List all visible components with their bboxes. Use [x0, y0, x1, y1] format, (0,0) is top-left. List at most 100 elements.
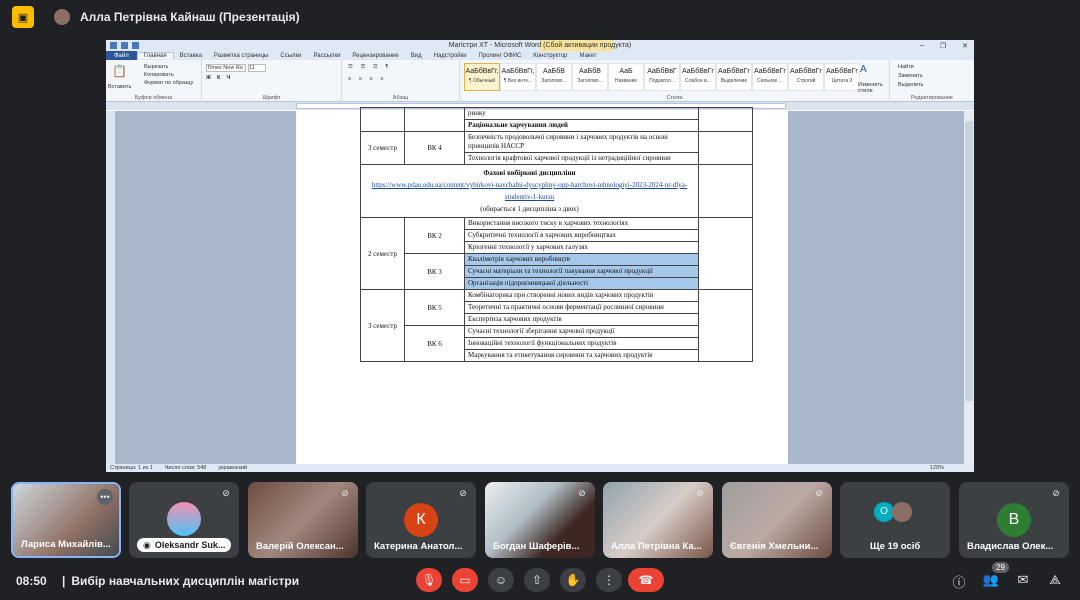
people-icon[interactable]: 👥 — [982, 572, 1000, 590]
style-name: Подзагол... — [649, 78, 675, 84]
raise-hand-button[interactable]: ✋ — [560, 568, 586, 592]
font-group: Times New Ro 11 ЖКЧ Шрифт — [202, 60, 342, 102]
document-page: ринку Раціональне харчування людей 3 сем… — [296, 107, 788, 464]
reactions-button[interactable]: ☺ — [488, 568, 514, 592]
table-cell: Експертиза харчових продуктів — [464, 313, 699, 326]
participant-avatar: К — [404, 503, 438, 537]
hand-icon: ✋ — [565, 573, 581, 587]
participant-tile[interactable]: ••• Лариса Михайлів... — [11, 482, 121, 558]
table-row: ринку — [360, 107, 753, 132]
vertical-scrollbar — [964, 111, 974, 464]
align-icons: ≡ ≡ ≡ ≡ — [348, 76, 387, 82]
mic-off-icon: ⊘ — [578, 488, 586, 498]
change-styles-label: Изменить стили — [858, 82, 883, 94]
participant-tile[interactable]: ⊘ Валерій Олексан... — [248, 482, 358, 558]
table-cell: Технологія крафтової харчової продукції … — [464, 152, 699, 165]
mic-off-icon: ⊘ — [459, 488, 467, 498]
style-gallery-item: АаБбВ Заголово... — [572, 63, 608, 91]
tab-proling: Пролинг ОФИС — [478, 52, 522, 59]
mic-off-icon: ⊘ — [222, 488, 230, 498]
participant-name: Валерій Олексан... — [256, 541, 344, 552]
participant-avatar: О — [874, 502, 894, 522]
styles-group-label: Стили — [666, 95, 683, 101]
leave-call-button[interactable]: ☎ — [628, 568, 664, 592]
vk-cell: ВК 3 — [404, 253, 465, 290]
paragraph-group-label: Абзац — [392, 95, 409, 101]
vk-cell: ВК 5 — [404, 289, 465, 326]
end-call-icon: ☎ — [638, 573, 654, 587]
tab-design: Конструктор — [533, 52, 568, 59]
participant-tile[interactable]: ⊘ Євгенія Хмельни... — [722, 482, 832, 558]
tab-review: Рецензирование — [352, 52, 399, 59]
document-area: ринку Раціональне харчування людей 3 сем… — [106, 107, 974, 464]
style-name: Строгий — [796, 78, 816, 84]
style-name: ¶ Без инте... — [503, 78, 533, 84]
more-options-icon[interactable]: ••• — [97, 489, 113, 505]
table-row: 3 семестр ВК 5 Комбінаторика при створен… — [360, 289, 753, 362]
chat-icon[interactable]: ✉ — [1014, 572, 1032, 590]
table-row: ВК 3 Кваліметрія харчових виробництв — [361, 253, 753, 290]
style-gallery-item: АаБбВвГг Сильное ... — [752, 63, 788, 91]
list-icons: ☰ ☰ ☰ ¶ — [348, 64, 392, 70]
table-cell-selected: Кваліметрія харчових виробництв — [464, 253, 699, 266]
vk-cell: ВК 6 — [404, 325, 465, 362]
electives-note: (обирається 1 дисципліна з двох) — [480, 205, 579, 213]
table-cell-selected: Організація підприємницької діяльності — [464, 277, 699, 290]
style-name: Название — [614, 78, 638, 84]
participant-avatar: В — [997, 503, 1031, 537]
clipboard-group-label: Буфер обмена — [134, 95, 173, 101]
more-options-button[interactable]: ⋮ — [596, 568, 622, 592]
tab-layout: Разметка страницы — [213, 52, 269, 59]
present-button[interactable]: ⇧ — [524, 568, 550, 592]
participant-avatar — [892, 502, 912, 522]
mic-off-icon: ⊘ — [815, 488, 823, 498]
semester-cell: 3 семестр — [360, 131, 405, 165]
style-gallery-item: АаБбВвГг, ¶ Обычный — [464, 63, 500, 91]
copy-label: Копировать — [144, 72, 174, 78]
style-gallery-item: АаБбВвГг Выделение — [716, 63, 752, 91]
mic-off-icon: ⊘ — [1052, 488, 1060, 498]
style-name: ¶ Обычный — [468, 78, 496, 84]
participant-name: Катерина Анатол... — [374, 541, 463, 552]
style-sample: АаБбВвГг — [682, 68, 714, 75]
tab-file: Файл — [106, 51, 137, 60]
style-gallery-item: АаБбВ Заголово... — [536, 63, 572, 91]
table-row: Фахові вибіркові дисципліни https://www.… — [360, 164, 753, 218]
camera-off-icon: ▭ — [459, 573, 471, 587]
font-size-box: 11 — [248, 64, 266, 72]
professional-electives-cell: Фахові вибіркові дисципліни https://www.… — [360, 164, 699, 218]
electives-link[interactable]: https://www.pdau.edu.ua/content/vybirkov… — [365, 179, 694, 203]
participant-avatar — [167, 502, 201, 536]
style-gallery-item: АаБ Название — [608, 63, 644, 91]
vertical-ruler — [106, 111, 115, 464]
table-cell: Сучасні технології зберігання харчової п… — [464, 325, 699, 338]
meet-bottom-bar: 08:50 | Вибір навчальних дисциплін магіст… — [0, 564, 1080, 600]
meeting-name: | Вибір навчальних дисциплін магістри — [62, 574, 300, 588]
info-icon[interactable]: ⓘ — [950, 572, 968, 590]
table-cell: Маркування та етикетування сировини та х… — [464, 349, 699, 362]
activities-icon[interactable]: ⟁ — [1046, 572, 1064, 590]
more-participants-label: Ще 19 осіб — [870, 541, 921, 552]
close-icon: ✕ — [962, 42, 968, 50]
style-sample: АаБбВвГг — [754, 68, 786, 75]
participant-name: Алла Петрівна Ка... — [611, 541, 702, 552]
participant-tile[interactable]: ⊘ Алла Петрівна Ка... — [603, 482, 713, 558]
participant-tile[interactable]: ⊘ Богдан Шаферів... — [485, 482, 595, 558]
tab-home: Главная — [136, 52, 174, 59]
camera-toggle-button[interactable]: ▭ — [452, 568, 478, 592]
style-gallery-item: АаБбВвГг Строгий — [788, 63, 824, 91]
style-sample: АаБбВ — [543, 68, 565, 75]
semester-cell: 2 семестр — [360, 217, 405, 290]
participant-tiles: ••• Лариса Михайлів... ⊘ ◉ Oleksandr Suk.… — [0, 482, 1080, 558]
disciplines-table: ринку Раціональне харчування людей 3 сем… — [360, 107, 753, 362]
mic-toggle-button[interactable]: 🎙 — [416, 568, 442, 592]
table-cell: Інноваційні технології функціональних пр… — [464, 337, 699, 350]
table-cell: Раціональне харчування людей — [464, 119, 699, 132]
vk-cell: ВК 4 — [404, 131, 465, 165]
participant-name-pill: ◉ Oleksandr Suk... — [137, 538, 232, 552]
participant-tile[interactable]: К ⊘ Катерина Анатол... — [366, 482, 476, 558]
more-participants-tile[interactable]: О Ще 19 осіб — [840, 482, 950, 558]
participant-tile[interactable]: В ⊘ Владислав Олек... — [959, 482, 1069, 558]
participant-tile[interactable]: ⊘ ◉ Oleksandr Suk... — [129, 482, 239, 558]
style-sample: АаБ — [619, 68, 633, 75]
